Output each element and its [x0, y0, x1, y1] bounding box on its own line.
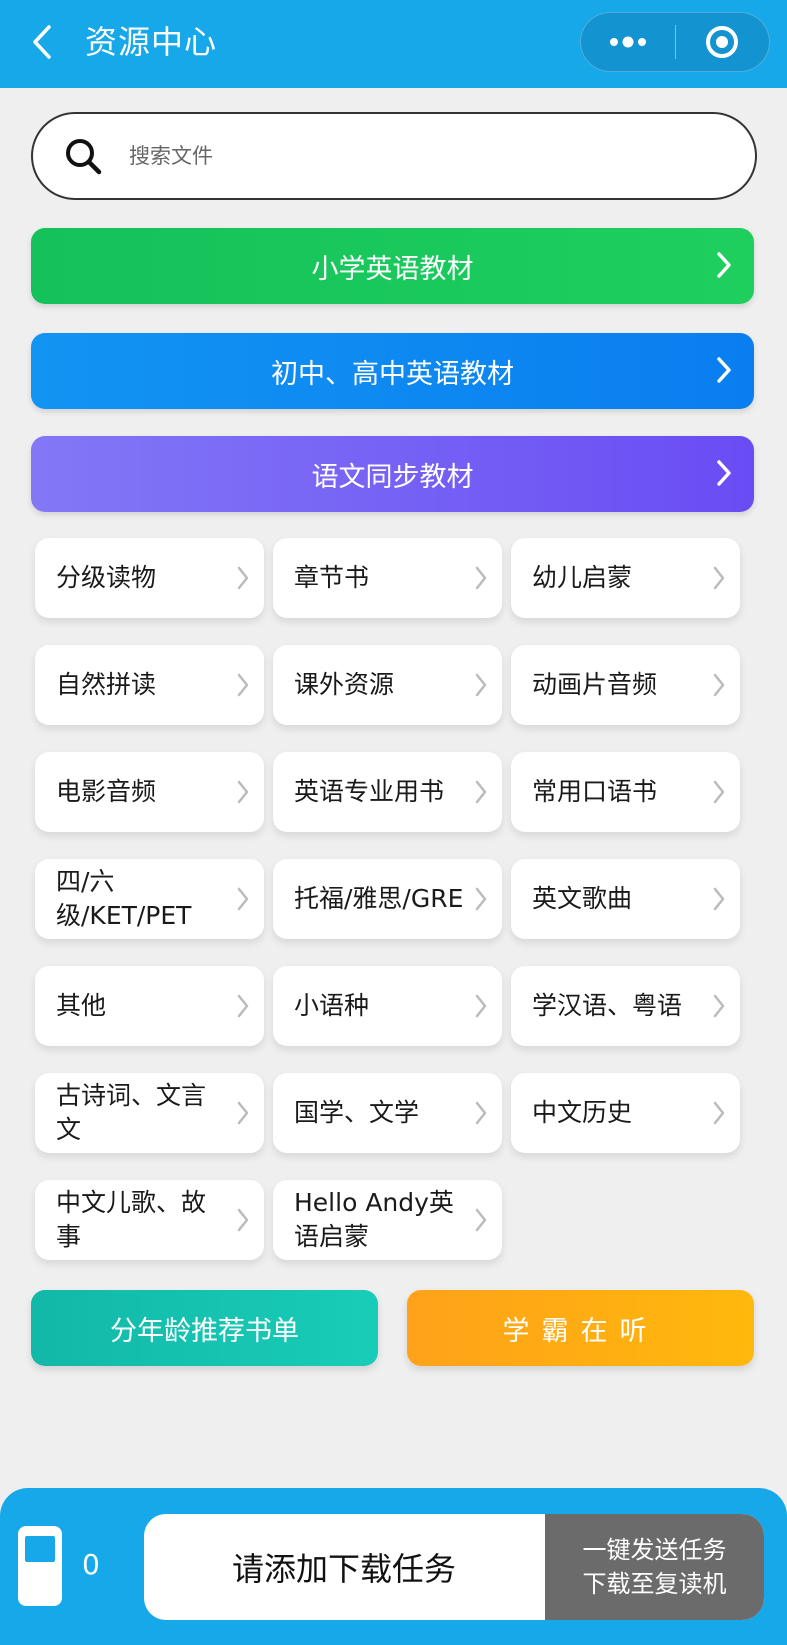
grid-item-nursery-rhymes-stories[interactable]: 中文儿歌、故事	[35, 1180, 264, 1260]
chevron-right-icon	[237, 780, 249, 804]
chevron-right-icon	[475, 1101, 487, 1125]
grid-item-early-learning[interactable]: 幼儿启蒙	[511, 538, 740, 618]
category-primary-english[interactable]: 小学英语教材	[31, 228, 754, 304]
chevron-right-icon	[713, 566, 725, 590]
grid-item-label: 古诗词、文言文	[56, 1081, 207, 1144]
chevron-right-icon	[713, 1101, 725, 1125]
grid-item-phonics[interactable]: 自然拼读	[35, 645, 264, 725]
grid-item-learn-chinese-cantonese[interactable]: 学汉语、粤语	[511, 966, 740, 1046]
chevron-right-icon	[475, 887, 487, 911]
mini-program-capsule	[580, 12, 770, 72]
chevron-left-icon	[33, 25, 51, 59]
chevron-right-icon	[717, 252, 731, 278]
reader-device-icon[interactable]	[16, 1524, 64, 1608]
top-listening-button[interactable]: 学霸在听	[407, 1290, 754, 1366]
grid-item-label: 章节书	[294, 563, 370, 592]
grid-item-label: 电影音频	[56, 777, 157, 806]
grid-item-label: 幼儿启蒙	[532, 563, 633, 592]
chevron-right-icon	[475, 673, 487, 697]
category-label: 小学英语教材	[311, 253, 474, 285]
grid-item-label: 国学、文学	[294, 1098, 420, 1127]
category-label: 语文同步教材	[311, 461, 474, 493]
grid-item-graded-readers[interactable]: 分级读物	[35, 538, 264, 618]
chevron-right-icon	[237, 1208, 249, 1232]
task-placeholder: 请添加下载任务	[231, 1550, 456, 1588]
top-bar: 资源中心	[0, 0, 787, 88]
send-to-reader-button[interactable]: 一键发送任务 下载至复读机	[545, 1514, 764, 1620]
chevron-right-icon	[475, 566, 487, 590]
back-button[interactable]	[22, 18, 62, 66]
grid-item-toefl-ielts-gre[interactable]: 托福/雅思/GRE	[273, 859, 502, 939]
age-recommendation-label: 分年龄推荐书单	[110, 1315, 299, 1347]
category-chinese-textbook[interactable]: 语文同步教材	[31, 436, 754, 512]
close-miniprogram-button[interactable]	[676, 13, 770, 71]
search-icon	[66, 139, 102, 175]
grid-item-label: 英语专业用书	[294, 777, 445, 806]
grid-item-cet-ket-pet[interactable]: 四/六级/KET/PET	[35, 859, 264, 939]
page-title: 资源中心	[85, 23, 218, 61]
grid-item-oral-english[interactable]: 常用口语书	[511, 752, 740, 832]
grid-item-chinese-history[interactable]: 中文历史	[511, 1073, 740, 1153]
grid-item-minor-languages[interactable]: 小语种	[273, 966, 502, 1046]
age-recommendation-button[interactable]: 分年龄推荐书单	[31, 1290, 378, 1366]
chevron-right-icon	[713, 887, 725, 911]
chevron-right-icon	[717, 357, 731, 383]
chevron-right-icon	[475, 1208, 487, 1232]
chevron-right-icon	[237, 673, 249, 697]
grid-item-sinology-literature[interactable]: 国学、文学	[273, 1073, 502, 1153]
grid-item-label: 分级读物	[56, 563, 157, 592]
grid-item-label: 学汉语、粤语	[532, 991, 683, 1020]
grid-item-label: 托福/雅思/GRE	[294, 884, 464, 913]
task-box: 请添加下载任务 一键发送任务 下载至复读机	[144, 1514, 764, 1620]
grid-item-label: 四/六级/KET/PET	[56, 867, 192, 930]
more-dots-icon	[609, 36, 646, 48]
search-input[interactable]	[129, 144, 689, 168]
grid-item-movie-audio[interactable]: 电影音频	[35, 752, 264, 832]
grid-item-chapter-books[interactable]: 章节书	[273, 538, 502, 618]
category-label: 初中、高中英语教材	[271, 358, 514, 390]
chevron-right-icon	[713, 994, 725, 1018]
search-box[interactable]	[31, 112, 757, 200]
more-button[interactable]	[581, 13, 675, 71]
grid-item-label: 其他	[56, 991, 107, 1020]
grid-item-label: Hello Andy英语启蒙	[294, 1188, 454, 1251]
download-task-footer: 0 请添加下载任务 一键发送任务 下载至复读机	[0, 1488, 787, 1645]
grid-item-label: 常用口语书	[532, 777, 658, 806]
grid-item-label: 中文儿歌、故事	[56, 1188, 207, 1251]
grid-item-label: 自然拼读	[56, 670, 157, 699]
chevron-right-icon	[475, 994, 487, 1018]
chevron-right-icon	[237, 1101, 249, 1125]
grid-item-english-songs[interactable]: 英文歌曲	[511, 859, 740, 939]
grid-item-hello-andy[interactable]: Hello Andy英语启蒙	[273, 1180, 502, 1260]
chevron-right-icon	[713, 780, 725, 804]
chevron-right-icon	[237, 566, 249, 590]
grid-item-english-major[interactable]: 英语专业用书	[273, 752, 502, 832]
chevron-right-icon	[475, 780, 487, 804]
grid-item-cartoon-audio[interactable]: 动画片音频	[511, 645, 740, 725]
top-listening-label: 学霸在听	[502, 1315, 659, 1347]
grid-item-label: 小语种	[294, 991, 370, 1020]
grid-item-extracurricular[interactable]: 课外资源	[273, 645, 502, 725]
grid-item-classical-poetry[interactable]: 古诗词、文言文	[35, 1073, 264, 1153]
chevron-right-icon	[237, 887, 249, 911]
grid-item-label: 课外资源	[294, 670, 395, 699]
grid-item-label: 中文历史	[532, 1098, 633, 1127]
grid-item-others[interactable]: 其他	[35, 966, 264, 1046]
grid-item-label: 英文歌曲	[532, 884, 633, 913]
category-secondary-english[interactable]: 初中、高中英语教材	[31, 333, 754, 409]
chevron-right-icon	[237, 994, 249, 1018]
target-circle-icon	[706, 26, 739, 58]
chevron-right-icon	[713, 673, 725, 697]
send-line-1: 一键发送任务	[582, 1536, 727, 1564]
task-count: 0	[82, 1548, 100, 1581]
chevron-right-icon	[717, 460, 731, 486]
send-line-2: 下载至复读机	[582, 1570, 727, 1598]
grid-item-label: 动画片音频	[532, 670, 658, 699]
